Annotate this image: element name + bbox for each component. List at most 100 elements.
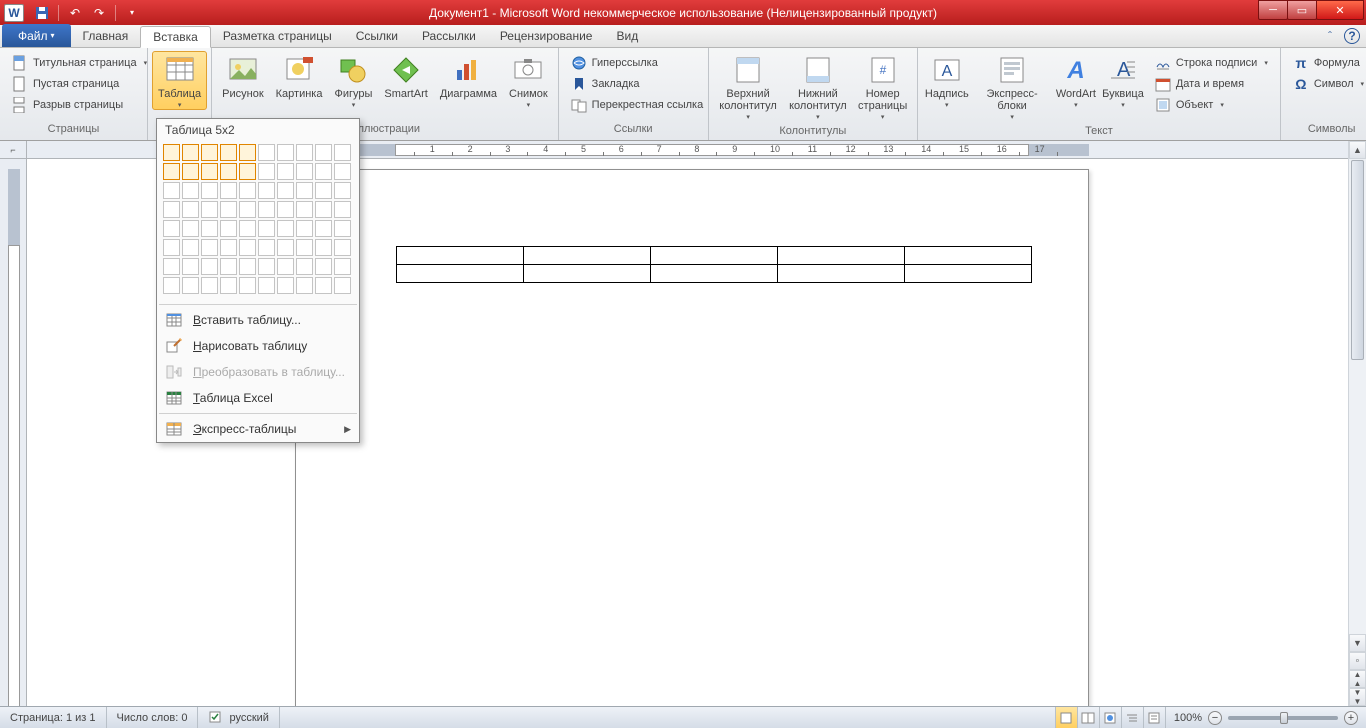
file-tab[interactable]: Файл▾ (2, 24, 71, 47)
grid-cell[interactable] (182, 258, 199, 275)
grid-cell[interactable] (239, 220, 256, 237)
grid-cell[interactable] (163, 277, 180, 294)
grid-cell[interactable] (201, 182, 218, 199)
excel-table-item[interactable]: Таблица Excel (157, 385, 359, 411)
screenshot-button[interactable]: Снимок▾ (503, 51, 554, 110)
scroll-thumb[interactable] (1351, 160, 1364, 360)
grid-cell[interactable] (277, 182, 294, 199)
grid-cell[interactable] (315, 144, 332, 161)
grid-cell[interactable] (201, 163, 218, 180)
tab-home[interactable]: Главная (71, 25, 141, 47)
grid-cell[interactable] (296, 277, 313, 294)
grid-cell[interactable] (334, 201, 351, 218)
grid-cell[interactable] (315, 182, 332, 199)
print-layout-view-button[interactable] (1056, 707, 1078, 728)
grid-cell[interactable] (277, 277, 294, 294)
grid-cell[interactable] (334, 144, 351, 161)
status-word-count[interactable]: Число слов: 0 (107, 707, 199, 728)
qat-customize-icon[interactable]: ▾ (122, 3, 142, 23)
grid-cell[interactable] (182, 277, 199, 294)
table-button[interactable]: Таблица▾ (152, 51, 207, 110)
grid-cell[interactable] (296, 258, 313, 275)
grid-cell[interactable] (258, 163, 275, 180)
object-button[interactable]: Объект▾ (1150, 95, 1273, 115)
grid-cell[interactable] (163, 220, 180, 237)
wordart-button[interactable]: AWordArt▾ (1053, 51, 1099, 110)
clipart-button[interactable]: Картинка (270, 51, 329, 101)
tab-review[interactable]: Рецензирование (488, 25, 605, 47)
prev-page-button[interactable]: ▲▲ (1349, 670, 1366, 688)
hyperlink-button[interactable]: Гиперссылка (566, 53, 701, 73)
minimize-ribbon-icon[interactable]: ˆ (1322, 28, 1338, 44)
footer-button[interactable]: Нижний колонтитул▾ (783, 51, 852, 122)
grid-cell[interactable] (220, 277, 237, 294)
scroll-down-button[interactable]: ▼ (1349, 634, 1366, 652)
tab-page-layout[interactable]: Разметка страницы (211, 25, 344, 47)
vertical-ruler[interactable] (0, 159, 27, 706)
quickparts-button[interactable]: Экспресс-блоки▾ (972, 51, 1053, 122)
grid-cell[interactable] (182, 182, 199, 199)
grid-cell[interactable] (220, 258, 237, 275)
status-language[interactable]: русский (198, 707, 279, 728)
tab-selector[interactable]: ⌐ (0, 141, 27, 159)
grid-cell[interactable] (296, 239, 313, 256)
next-page-button[interactable]: ▼▼ (1349, 688, 1366, 706)
zoom-out-button[interactable]: − (1208, 711, 1222, 725)
smartart-button[interactable]: SmartArt (378, 51, 433, 101)
grid-cell[interactable] (163, 163, 180, 180)
grid-cell[interactable] (258, 239, 275, 256)
zoom-in-button[interactable]: + (1344, 711, 1358, 725)
grid-cell[interactable] (296, 201, 313, 218)
zoom-slider-thumb[interactable] (1280, 712, 1288, 724)
page-break-button[interactable]: Разрыв страницы (7, 95, 140, 115)
grid-cell[interactable] (182, 201, 199, 218)
header-button[interactable]: Верхний колонтитул▾ (713, 51, 784, 122)
tab-references[interactable]: Ссылки (344, 25, 410, 47)
redo-icon[interactable]: ↷ (89, 3, 109, 23)
grid-cell[interactable] (163, 144, 180, 161)
grid-cell[interactable] (182, 144, 199, 161)
grid-cell[interactable] (239, 201, 256, 218)
grid-cell[interactable] (163, 258, 180, 275)
grid-cell[interactable] (220, 163, 237, 180)
tab-insert[interactable]: Вставка (140, 26, 211, 48)
grid-cell[interactable] (258, 220, 275, 237)
grid-cell[interactable] (163, 239, 180, 256)
signature-line-button[interactable]: Строка подписи▾ (1150, 53, 1273, 73)
zoom-level[interactable]: 100% (1174, 712, 1202, 724)
grid-cell[interactable] (201, 277, 218, 294)
grid-cell[interactable] (334, 277, 351, 294)
quick-tables-item[interactable]: Экспресс-таблицы ▶ (157, 416, 359, 442)
grid-cell[interactable] (334, 163, 351, 180)
symbol-button[interactable]: ΩСимвол▾ (1288, 74, 1366, 94)
grid-cell[interactable] (334, 239, 351, 256)
grid-cell[interactable] (258, 182, 275, 199)
grid-cell[interactable] (239, 182, 256, 199)
scroll-up-button[interactable]: ▲ (1349, 141, 1366, 159)
status-page[interactable]: Страница: 1 из 1 (0, 707, 107, 728)
tab-mailings[interactable]: Рассылки (410, 25, 488, 47)
outline-view-button[interactable] (1122, 707, 1144, 728)
grid-cell[interactable] (201, 220, 218, 237)
grid-cell[interactable] (315, 163, 332, 180)
grid-cell[interactable] (277, 144, 294, 161)
help-icon[interactable]: ? (1344, 28, 1360, 44)
grid-cell[interactable] (182, 220, 199, 237)
draw-table-item[interactable]: Нарисовать таблицу (157, 333, 359, 359)
grid-cell[interactable] (258, 258, 275, 275)
grid-cell[interactable] (258, 201, 275, 218)
grid-cell[interactable] (315, 258, 332, 275)
grid-cell[interactable] (239, 258, 256, 275)
grid-cell[interactable] (334, 258, 351, 275)
insert-table-item[interactable]: Вставить таблицу... (157, 307, 359, 333)
grid-cell[interactable] (277, 220, 294, 237)
grid-cell[interactable] (277, 258, 294, 275)
grid-cell[interactable] (315, 220, 332, 237)
grid-cell[interactable] (201, 201, 218, 218)
bookmark-button[interactable]: Закладка (566, 74, 701, 94)
picture-button[interactable]: Рисунок (216, 51, 270, 101)
grid-cell[interactable] (220, 201, 237, 218)
table-grid-picker[interactable] (157, 141, 359, 302)
grid-cell[interactable] (277, 201, 294, 218)
equation-button[interactable]: πФормула▾ (1288, 53, 1366, 73)
